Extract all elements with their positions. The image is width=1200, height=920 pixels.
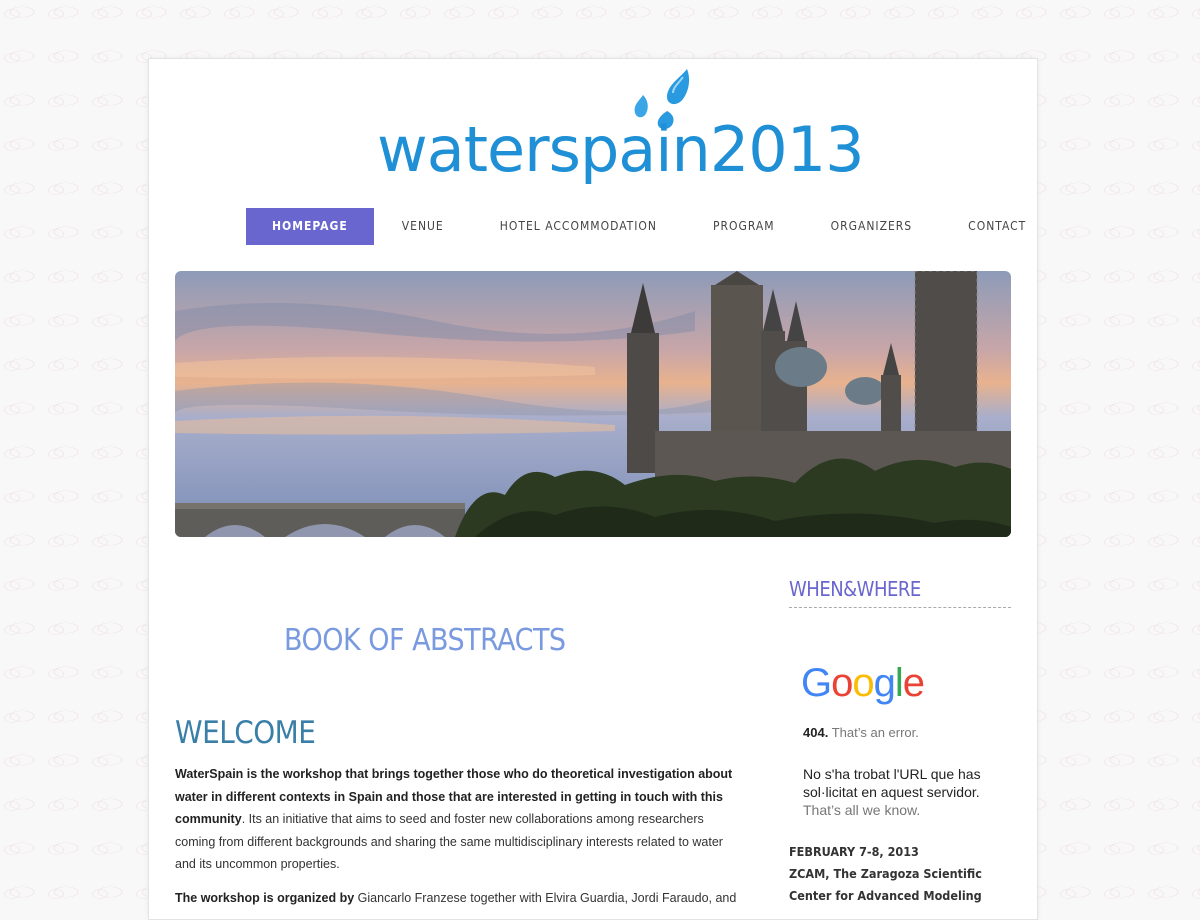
banner-image [175, 271, 1011, 537]
logo-wordmark: waterspain2013 [377, 113, 865, 186]
basilica-skyline-image [175, 271, 1011, 537]
book-of-abstracts-link[interactable]: BOOK OF ABSTRACTS [284, 623, 566, 658]
when-where-heading: WHEN&WHERE [789, 577, 1011, 608]
nav-contact[interactable]: CONTACT [940, 208, 1054, 245]
welcome-paragraph-text: . Its an initiative that aims to seed an… [175, 812, 723, 871]
map-embed-error: Google 404. That’s an error. No s'ha tro… [789, 657, 1011, 827]
organizers-paragraph-bold: The workshop is organized by [175, 891, 355, 905]
error-message-text: No s'ha trobat l'URL que has sol·licitat… [803, 766, 981, 800]
google-logo[interactable]: Google [801, 663, 925, 703]
error-message: No s'ha trobat l'URL que has sol·licitat… [803, 765, 1003, 819]
welcome-heading: WELCOME [175, 715, 316, 751]
main-nav: HOMEPAGE VENUE HOTEL ACCOMMODATION PROGR… [246, 208, 1054, 245]
page-container: waterspain2013 HOMEPAGE VENUE HOTEL ACCO… [148, 58, 1038, 920]
nav-venue[interactable]: VENUE [374, 208, 472, 245]
nav-organizers[interactable]: ORGANIZERS [803, 208, 941, 245]
site-logo[interactable]: waterspain2013 [375, 65, 865, 195]
nav-hotel-accommodation[interactable]: HOTEL ACCOMMODATION [472, 208, 685, 245]
venue-line-2: Center for Advanced Modeling [789, 888, 982, 903]
nav-homepage[interactable]: HOMEPAGE [246, 208, 374, 245]
sidebar: WHEN&WHERE Google 404. That’s an error. … [789, 571, 1011, 903]
organizers-paragraph-text: Giancarlo Franzese together with Elvira … [354, 891, 737, 905]
organizers-paragraph: The workshop is organized by Giancarlo F… [175, 887, 737, 910]
error-line: 404. That’s an error. [803, 725, 919, 740]
error-note: That’s all we know. [803, 802, 921, 818]
venue-line-1: ZCAM, The Zaragoza Scientific [789, 866, 982, 881]
error-code: 404. [803, 725, 829, 740]
welcome-paragraph: WaterSpain is the workshop that brings t… [175, 763, 737, 876]
event-date: FEBRUARY 7-8, 2013 [789, 844, 919, 859]
error-text: That’s an error. [828, 725, 919, 740]
nav-program[interactable]: PROGRAM [685, 208, 803, 245]
event-details: FEBRUARY 7-8, 2013 ZCAM, The Zaragoza Sc… [789, 841, 982, 907]
